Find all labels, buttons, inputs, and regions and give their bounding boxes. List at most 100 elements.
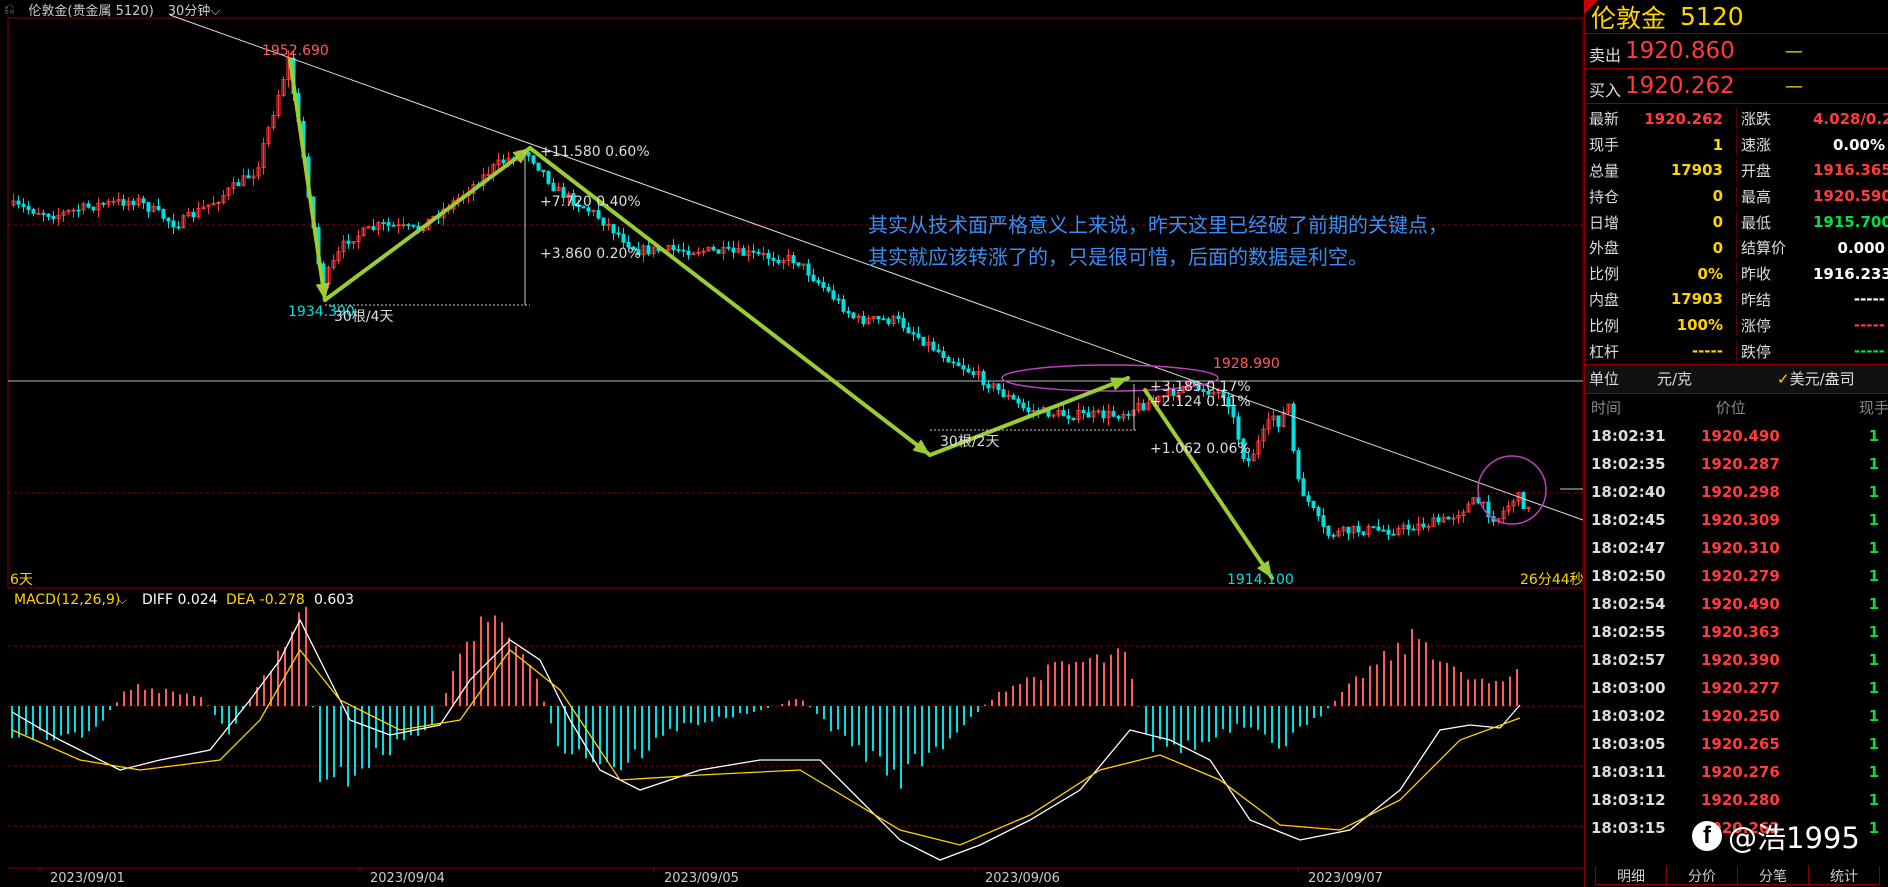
candle-body — [1481, 501, 1486, 504]
candle-body — [166, 217, 171, 222]
candle-body — [1066, 415, 1071, 419]
tick-qty: 1 — [1868, 622, 1879, 641]
candle-body — [961, 365, 966, 370]
candle-body — [486, 173, 491, 176]
quote-label: 结算价 — [1741, 239, 1787, 258]
quote-cell: 杠杆 ----- — [1585, 341, 1736, 362]
tick-list[interactable]: 18:02:31 1920.490 1 18:02:35 1920.287 1 18:02:… — [1585, 422, 1888, 842]
candle-body — [1421, 523, 1426, 528]
tick-qty: 1 — [1868, 482, 1879, 501]
candle-body — [1086, 412, 1091, 418]
xaxis-label: 2023/09/01 — [50, 871, 125, 886]
quote-value: ----- — [1853, 316, 1885, 335]
tick-header: 时间 价位 现手 — [1585, 394, 1888, 422]
measure-label: +3.860 0.20% — [540, 246, 641, 262]
candle-body — [161, 209, 166, 219]
candle-body — [1126, 413, 1131, 416]
candle-body — [611, 224, 616, 234]
tab-3[interactable]: 统计 — [1808, 866, 1880, 885]
candle-body — [1356, 525, 1361, 533]
countdown-label: 26分44秒 — [1520, 572, 1584, 588]
annotation-line-1: 其实从技术面严格意义上来说，昨天这里已经破了前期的关键点， — [868, 213, 1448, 237]
tick-qty: 1 — [1868, 510, 1879, 529]
tick-row: 18:03:12 1920.280 1 — [1585, 786, 1888, 814]
quote-cell: 内盘 17903 — [1585, 289, 1736, 310]
quote-grid: 最新 1920.262 涨跌 4.028/0.21% 现手 1 速涨 0.00% 总量 17903… — [1585, 104, 1888, 365]
candle-body — [951, 361, 956, 364]
candle-body — [1021, 402, 1026, 409]
trend-arrow — [1143, 388, 1274, 580]
candle-body — [761, 252, 766, 255]
quote-value: 17903 — [1670, 290, 1723, 309]
candle-body — [1306, 495, 1311, 502]
instrument-title: 伦敦金(贵金属 5120) — [28, 3, 154, 19]
quote-label: 总量 — [1589, 161, 1620, 180]
candle-body — [1011, 394, 1016, 400]
chart-area[interactable]: ⎌ 伦敦金(贵金属 5120) 30分钟⌵ +11.580 0.60% +7.72… — [0, 0, 1584, 887]
quote-label: 持仓 — [1589, 187, 1620, 206]
quote-row: 总量 17903 开盘 1916.365 — [1585, 158, 1888, 184]
candle-body — [986, 384, 991, 389]
kline-chart[interactable]: +11.580 0.60% +7.720 0.40% +3.860 0.20% +3.… — [0, 0, 1584, 887]
candle-body — [1406, 524, 1411, 530]
candle-body — [826, 286, 831, 292]
tick-header-price: 价位 — [1715, 399, 1746, 418]
tick-qty: 1 — [1868, 650, 1879, 669]
quote-cell: 最低 1915.700 — [1736, 211, 1888, 233]
xaxis-label: 2023/09/05 — [664, 871, 739, 886]
tick-time: 18:02:35 — [1591, 454, 1666, 473]
tick-time: 18:03:00 — [1591, 678, 1666, 697]
tab-2[interactable]: 分笔 — [1737, 866, 1809, 885]
unit-alt-toggle[interactable]: ✓ 美元/盎司 — [1777, 368, 1855, 389]
candle-body — [616, 232, 621, 235]
candle-body — [1331, 534, 1336, 537]
candle-body — [51, 215, 56, 220]
macd-diff: DIFF 0.024 — [142, 592, 218, 608]
annotation-line-2: 其实就应该转涨了的，只是很可惜，后面的数据是利空。 — [868, 245, 1368, 269]
quote-cell: 比例 0% — [1585, 263, 1736, 284]
quote-cell: 现手 1 — [1585, 134, 1736, 155]
candle-body — [686, 250, 691, 256]
candle-body — [526, 151, 531, 157]
macd-label: MACD(12,26,9) — [14, 592, 120, 608]
tick-price: 1920.276 — [1701, 762, 1780, 781]
chart-settings-icon[interactable]: ⎌ — [4, 2, 14, 17]
tick-time: 18:02:45 — [1591, 510, 1666, 529]
watermark-text: @浩1995 — [1728, 821, 1860, 855]
candle-body — [1451, 517, 1456, 520]
candle-body — [921, 336, 926, 346]
tick-row: 18:02:57 1920.390 1 — [1585, 646, 1888, 674]
candle-body — [876, 316, 881, 320]
candle-body — [841, 299, 846, 312]
tab-1[interactable]: 分价 — [1666, 866, 1738, 885]
quote-label: 开盘 — [1741, 161, 1772, 180]
quote-label: 内盘 — [1589, 290, 1620, 309]
tab-0[interactable]: 明细 — [1595, 866, 1667, 885]
candle-body — [676, 249, 681, 252]
unit-value[interactable]: 元/克 — [1657, 368, 1777, 389]
tick-time: 18:03:12 — [1591, 790, 1666, 809]
candle-body — [176, 226, 181, 229]
facebook-icon: f — [1692, 821, 1722, 851]
candle-body — [751, 250, 756, 253]
tick-row: 18:02:35 1920.287 1 — [1585, 450, 1888, 478]
candle-body — [1381, 529, 1386, 532]
low-label: 1914.100 — [1227, 572, 1294, 588]
quote-label: 现手 — [1589, 136, 1620, 155]
candle-body — [886, 318, 891, 324]
candle-body — [756, 251, 761, 254]
trend-arrow — [288, 58, 327, 302]
candle-body — [391, 224, 396, 227]
highlight-circle — [1477, 455, 1547, 525]
tick-time: 18:03:11 — [1591, 762, 1666, 781]
candle-body — [21, 203, 26, 207]
candle-body — [1391, 533, 1396, 536]
measure-label: +2.124 0.11% — [1150, 394, 1251, 410]
tick-qty: 1 — [1868, 454, 1879, 473]
period-selector[interactable]: 30分钟⌵ — [168, 0, 220, 19]
candle-body — [971, 371, 976, 375]
high-label: 1952.690 — [262, 43, 329, 59]
tick-time: 18:02:47 — [1591, 538, 1666, 557]
candle-body — [716, 249, 721, 254]
quote-label: 跌停 — [1741, 342, 1772, 361]
